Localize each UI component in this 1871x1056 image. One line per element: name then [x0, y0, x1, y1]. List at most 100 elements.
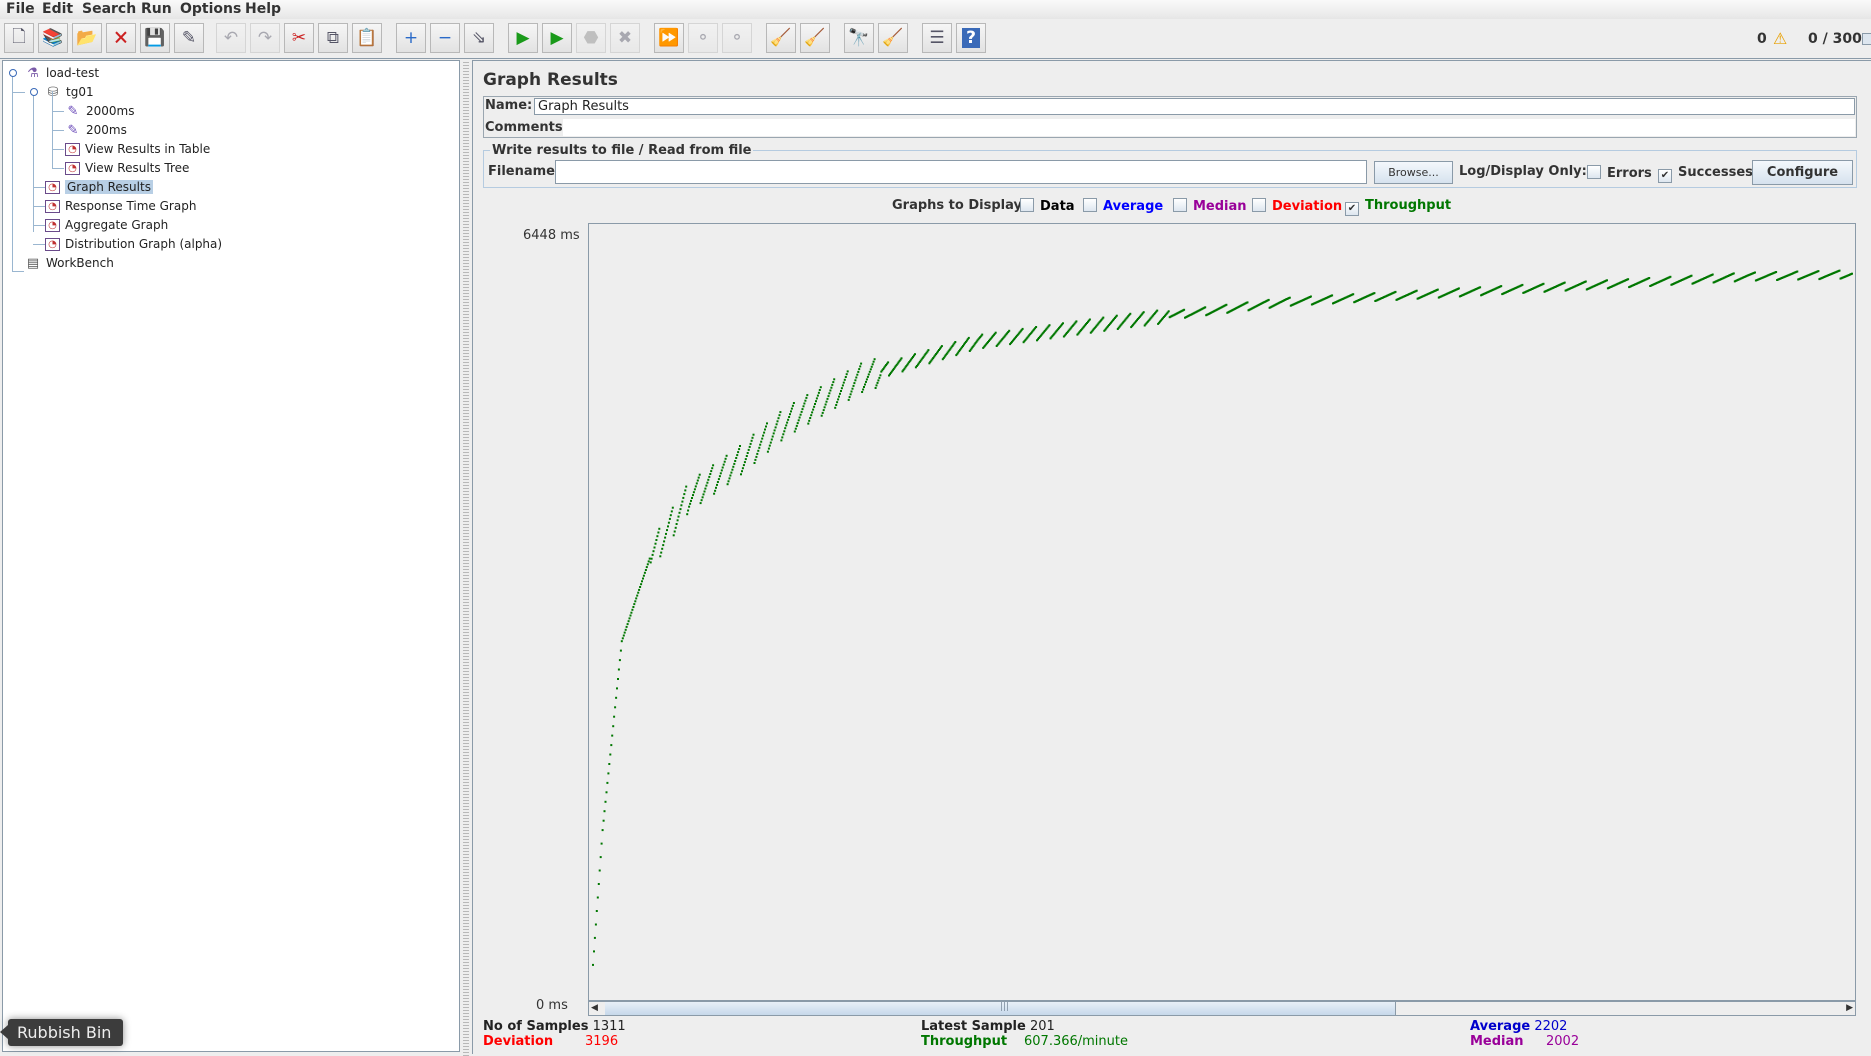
throughput-point: [840, 387, 843, 390]
name-input[interactable]: Graph Results: [534, 98, 1855, 115]
copy-button[interactable]: ⧉: [318, 23, 348, 53]
collapse-load-test-handle[interactable]: [9, 69, 17, 77]
search-button[interactable]: 🔭: [844, 23, 874, 53]
throughput-point: [1690, 274, 1693, 277]
throughput-point: [835, 404, 838, 406]
graph-scrollbar[interactable]: ◀ ||| ▶: [588, 1001, 1856, 1016]
start-button[interactable]: ▶: [508, 23, 538, 53]
remote-shutdown-button[interactable]: ⚬: [722, 23, 752, 53]
throughput-point: [704, 487, 707, 490]
graph-option-throughput[interactable]: ✔ Throughput: [1345, 198, 1451, 216]
clear-button[interactable]: 🧹: [766, 23, 796, 53]
throughput-point: [661, 547, 664, 550]
redo-button[interactable]: ↷: [250, 23, 280, 53]
throughput-point: [714, 489, 717, 492]
throughput-point: [617, 678, 619, 680]
throughput-point: [847, 398, 850, 401]
templates-button[interactable]: 📚: [38, 23, 68, 53]
split-pane-divider[interactable]: [463, 60, 469, 1056]
throughput-point: [1817, 270, 1820, 273]
reset-search-button[interactable]: 🧹: [878, 23, 908, 53]
menu-help[interactable]: Help: [245, 1, 281, 17]
menu-search[interactable]: Search: [82, 1, 136, 17]
errors-check-icon: [1587, 165, 1601, 179]
throughput-point: [615, 696, 618, 699]
throughput-point: [709, 473, 712, 475]
throughput-point: [758, 446, 761, 449]
stop-button[interactable]: ⬣: [576, 23, 606, 53]
collapse-button[interactable]: −: [430, 23, 460, 53]
graph-option-deviation[interactable]: Deviation: [1252, 198, 1342, 214]
tree-item-distribution-graph-alpha[interactable]: ◔ Distribution Graph (alpha): [45, 235, 222, 253]
toggle-button[interactable]: ⇘: [464, 23, 494, 53]
throughput-point: [727, 480, 730, 483]
remote-stop-button[interactable]: ⚬: [688, 23, 718, 53]
throughput-point: [866, 375, 869, 378]
samples-label: No of Samples: [483, 1019, 589, 1034]
throughput-point: [710, 470, 713, 473]
tree-item-aggregate-graph[interactable]: ◔ Aggregate Graph: [45, 216, 168, 234]
throughput-point: [829, 389, 832, 392]
throughput-point: [729, 474, 732, 477]
errors-checkbox[interactable]: Errors: [1587, 165, 1652, 181]
save-as-button[interactable]: ✎: [174, 23, 204, 53]
throughput-point: [691, 497, 693, 499]
throughput-point: [677, 515, 680, 518]
shutdown-button[interactable]: ✖: [610, 23, 640, 53]
throughput-point: [755, 455, 758, 458]
help-button[interactable]: ?: [956, 23, 986, 53]
cut-button[interactable]: ✂: [284, 23, 314, 53]
function-helper-button[interactable]: ☰: [922, 23, 952, 53]
start-no-pauses-button[interactable]: ▶: [542, 23, 572, 53]
tree-item-200ms[interactable]: ✎ 200ms: [65, 121, 127, 139]
file-group-title: Write results to file / Read from file: [490, 143, 754, 158]
filename-input[interactable]: [555, 160, 1367, 184]
successes-checkbox[interactable]: ✔ Successes: [1658, 165, 1753, 183]
scroll-right-icon[interactable]: ▶: [1846, 1003, 1853, 1013]
open-button[interactable]: 📂: [72, 23, 102, 53]
close-button[interactable]: 🗙: [106, 23, 136, 53]
tree-item-view-results-in-table[interactable]: ◔ View Results in Table: [65, 140, 210, 158]
expand-button[interactable]: +: [396, 23, 426, 53]
throughput-point: [865, 380, 867, 383]
remote-start-button[interactable]: ⏩: [654, 23, 684, 53]
save-button[interactable]: 💾: [140, 23, 170, 53]
throughput-point: [1075, 320, 1078, 323]
tree-item-graph-results[interactable]: ◔ Graph Results: [45, 178, 153, 196]
menu-run[interactable]: Run: [141, 1, 172, 17]
scrollbar-thumb[interactable]: |||: [605, 1002, 1396, 1015]
throughput-point: [688, 505, 691, 508]
menu-options[interactable]: Options: [180, 1, 241, 17]
menu-file[interactable]: File: [6, 1, 35, 17]
tree-item-view-results-tree[interactable]: ◔ View Results Tree: [65, 159, 189, 177]
collapse-tg01-handle[interactable]: [30, 88, 38, 96]
throughput-point: [837, 398, 840, 401]
graph-option-median[interactable]: Median: [1173, 198, 1247, 214]
tree-item-2000ms[interactable]: ✎ 2000ms: [65, 102, 135, 120]
throughput-point: [630, 611, 633, 614]
tree-item-label: Graph Results: [65, 180, 153, 194]
clear-all-button[interactable]: 🧹: [800, 23, 830, 53]
throughput-point: [718, 475, 721, 478]
thread-group-icon: ⛁: [47, 84, 59, 100]
throughput-point: [770, 438, 773, 441]
scroll-left-icon[interactable]: ◀: [591, 1003, 598, 1013]
throughput-point: [759, 443, 762, 446]
comments-input[interactable]: [563, 119, 1855, 136]
paste-button[interactable]: 📋: [352, 23, 382, 53]
throughput-point: [719, 472, 722, 475]
undo-button[interactable]: ↶: [216, 23, 246, 53]
graph-option-average[interactable]: Average: [1083, 198, 1163, 214]
configure-button[interactable]: Configure: [1752, 160, 1853, 185]
new-button[interactable]: 🗋: [4, 23, 34, 53]
warning-icon[interactable]: ⚠: [1773, 29, 1787, 48]
tree-item-response-time-graph[interactable]: ◔ Response Time Graph: [45, 197, 196, 215]
tree-item-load-test[interactable]: ⚗ load-test: [25, 64, 99, 82]
graph-option-data[interactable]: Data: [1020, 198, 1075, 214]
browse-button[interactable]: Browse...: [1374, 161, 1453, 184]
menu-edit[interactable]: Edit: [42, 1, 73, 17]
throughput-point: [967, 336, 970, 339]
throughput-point: [610, 744, 613, 747]
throughput-point: [1415, 289, 1418, 292]
tree-item-workbench[interactable]: ▤ WorkBench: [25, 254, 114, 272]
